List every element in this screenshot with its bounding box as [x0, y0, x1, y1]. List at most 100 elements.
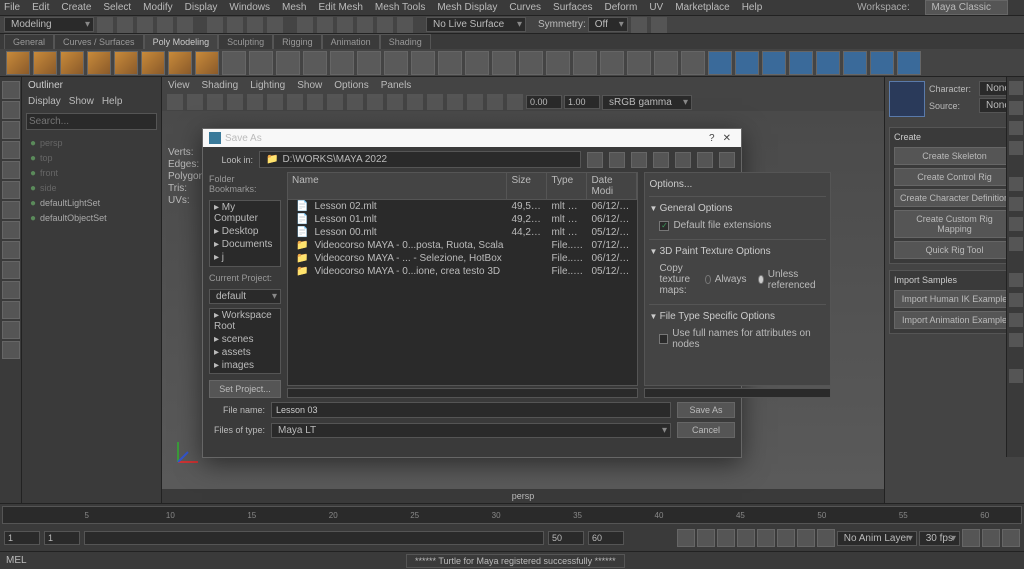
viewport-menu[interactable]: Show — [297, 80, 322, 91]
default-ext-checkbox[interactable] — [659, 221, 669, 231]
pref-icon[interactable] — [1002, 529, 1020, 547]
range-end[interactable] — [588, 531, 624, 545]
panel-icon[interactable] — [1009, 313, 1023, 327]
tool-icon[interactable] — [2, 241, 20, 259]
snap-center-icon[interactable] — [377, 17, 393, 33]
tool-icon[interactable] — [2, 101, 20, 119]
shelf-item-icon[interactable] — [411, 51, 435, 75]
redo-icon[interactable] — [177, 17, 193, 33]
tool-icon[interactable] — [2, 121, 20, 139]
tool-icon[interactable] — [2, 181, 20, 199]
time-slider[interactable]: 51015202530354045505560 — [2, 506, 1022, 524]
save-icon[interactable] — [137, 17, 153, 33]
tool-icon[interactable] — [2, 341, 20, 359]
shelf-tab[interactable]: General — [4, 34, 54, 49]
snap-grid-icon[interactable] — [297, 17, 313, 33]
vp-tool-icon[interactable] — [267, 94, 283, 110]
shelf-item-icon[interactable] — [546, 51, 570, 75]
vp-tool-icon[interactable] — [327, 94, 343, 110]
menu-file[interactable]: File — [4, 2, 20, 13]
workspace-mode[interactable]: Modeling — [4, 17, 94, 32]
panel-icon[interactable] — [1009, 81, 1023, 95]
up-icon[interactable] — [609, 152, 625, 168]
project-folder-item[interactable]: ▸ sourceimages — [210, 372, 280, 375]
menu-mesh[interactable]: Mesh — [282, 2, 306, 13]
file-row[interactable]: 📄Lesson 00.mlt44,23 KiBmlt File05/12/202… — [288, 226, 637, 239]
snap-point-icon[interactable] — [337, 17, 353, 33]
shelf-item-icon[interactable] — [357, 51, 381, 75]
vp-tool-icon[interactable] — [487, 94, 503, 110]
menu-create[interactable]: Create — [61, 2, 91, 13]
shelf-item-icon[interactable] — [654, 51, 678, 75]
outliner-item[interactable]: ●persp — [26, 136, 157, 151]
range-start[interactable] — [4, 531, 40, 545]
vp-tool-icon[interactable] — [387, 94, 403, 110]
menu-marketplace[interactable]: Marketplace — [675, 2, 729, 13]
range-out[interactable] — [548, 531, 584, 545]
panel-icon[interactable] — [1009, 273, 1023, 287]
viewport-menu[interactable]: Options — [334, 80, 368, 91]
vp-tool-icon[interactable] — [407, 94, 423, 110]
tool-icon[interactable] — [2, 201, 20, 219]
file-row[interactable]: 📁Videocorso MAYA - 0...posta, Ruota, Sca… — [288, 239, 637, 252]
shelf-item-icon[interactable] — [627, 51, 651, 75]
shelf-item-icon[interactable] — [168, 51, 192, 75]
shelf-item-icon[interactable] — [384, 51, 408, 75]
shelf-item-icon[interactable] — [789, 51, 813, 75]
sel-vertex-icon[interactable] — [207, 17, 223, 33]
file-row[interactable]: 📄Lesson 01.mlt49,29 KiBmlt File06/12/202… — [288, 213, 637, 226]
vp-tool-icon[interactable] — [187, 94, 203, 110]
shelf-item-icon[interactable] — [600, 51, 624, 75]
play-start-icon[interactable] — [677, 529, 695, 547]
snap-plane-icon[interactable] — [357, 17, 373, 33]
copy-unless-radio[interactable] — [758, 275, 763, 284]
tool-icon[interactable] — [2, 81, 20, 99]
panel-icon[interactable] — [1009, 217, 1023, 231]
menu-edit[interactable]: Edit — [32, 2, 49, 13]
fps-select[interactable]: 30 fps — [919, 531, 960, 546]
shelf-item-icon[interactable] — [762, 51, 786, 75]
vp-tool-icon[interactable] — [227, 94, 243, 110]
outliner-item[interactable]: ●front — [26, 166, 157, 181]
general-options-header[interactable]: General Options — [649, 201, 825, 216]
back-icon[interactable] — [587, 152, 603, 168]
project-folder-item[interactable]: ▸ scenes — [210, 333, 280, 346]
file-row[interactable]: 📁Videocorso MAYA - 0...ione, crea testo … — [288, 265, 637, 278]
panel-icon[interactable] — [1009, 237, 1023, 251]
tool-icon[interactable] — [2, 261, 20, 279]
outliner-item[interactable]: ●defaultObjectSet — [26, 211, 157, 226]
shelf-item-icon[interactable] — [60, 51, 84, 75]
shelf-tab[interactable]: Sculpting — [218, 34, 273, 49]
menu-modify[interactable]: Modify — [143, 2, 172, 13]
shelf-item-icon[interactable] — [249, 51, 273, 75]
shelf-item-icon[interactable] — [897, 51, 921, 75]
step-forward-icon[interactable] — [797, 529, 815, 547]
shelf-tab[interactable]: Shading — [380, 34, 431, 49]
shelf-item-icon[interactable] — [492, 51, 516, 75]
vp-tool-icon[interactable] — [507, 94, 523, 110]
tool-icon[interactable] — [2, 301, 20, 319]
h-scrollbar[interactable] — [287, 388, 638, 398]
outliner-search[interactable] — [26, 113, 157, 130]
shelf-tab[interactable]: Rigging — [273, 34, 322, 49]
loop-icon[interactable] — [962, 529, 980, 547]
tool-icon[interactable] — [2, 321, 20, 339]
panel-icon[interactable] — [1009, 121, 1023, 135]
files-type-select[interactable]: Maya LT — [271, 423, 671, 438]
vp-tool-icon[interactable] — [287, 94, 303, 110]
tool-icon[interactable] — [2, 141, 20, 159]
range-in[interactable] — [44, 531, 80, 545]
sel-object-icon[interactable] — [267, 17, 283, 33]
step-back-icon[interactable] — [697, 529, 715, 547]
viewport-menu[interactable]: View — [168, 80, 190, 91]
shelf-item-icon[interactable] — [681, 51, 705, 75]
shelf-item-icon[interactable] — [330, 51, 354, 75]
menu-display[interactable]: Display — [185, 2, 218, 13]
view-list-icon[interactable] — [653, 152, 669, 168]
help-button[interactable]: ? — [705, 133, 719, 144]
bookmarks-list[interactable]: ▸ My Computer▸ Desktop▸ Documents▸ j — [209, 200, 281, 267]
vp-tool-icon[interactable] — [467, 94, 483, 110]
tool-icon[interactable] — [2, 221, 20, 239]
filetype-options-header[interactable]: File Type Specific Options — [649, 309, 825, 324]
project-folders-list[interactable]: ▸ Workspace Root▸ scenes▸ assets▸ images… — [209, 308, 281, 375]
